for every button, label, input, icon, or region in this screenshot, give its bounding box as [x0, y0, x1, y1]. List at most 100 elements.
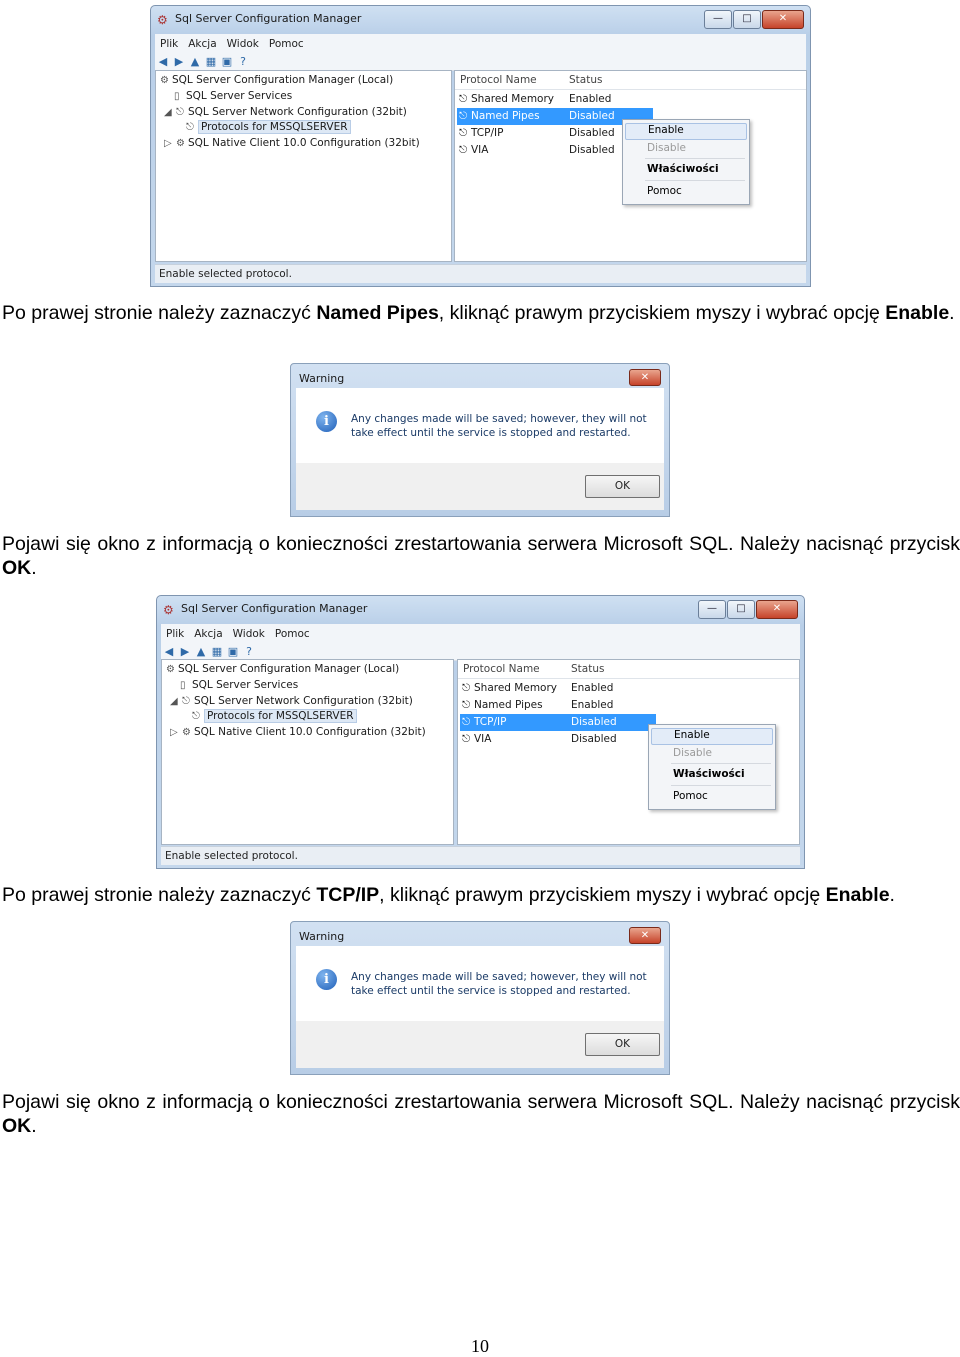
app-icon: ⚙	[157, 13, 168, 27]
close-icon[interactable]: ✕	[629, 369, 661, 386]
menu-item-disable[interactable]: Disable	[673, 747, 712, 759]
show-hide-icon[interactable]: ▦	[203, 55, 219, 68]
maximize-icon[interactable]: □	[727, 600, 755, 619]
protocol-icon: ⎋	[462, 682, 471, 694]
ok-button[interactable]: OK	[585, 1033, 660, 1056]
minimize-icon[interactable]: —	[704, 10, 732, 29]
column-protocol-name[interactable]: Protocol Name	[460, 74, 537, 86]
forward-arrow-icon[interactable]: ▶	[177, 645, 193, 658]
menu-akcja[interactable]: Akcja	[183, 38, 221, 50]
menu-pomoc[interactable]: Pomoc	[264, 38, 309, 50]
context-menu: Enable Disable Właściwości Pomoc	[648, 724, 776, 810]
menu-item-help[interactable]: Pomoc	[647, 185, 682, 197]
menu-item-enable[interactable]: Enable	[625, 123, 747, 140]
protocol-icon: ⎋	[462, 733, 471, 745]
dialog-footer: OK	[296, 1021, 664, 1068]
up-folder-icon[interactable]: ▲	[193, 645, 209, 658]
minimize-icon[interactable]: —	[698, 600, 726, 619]
dialog-title: Warning	[299, 372, 345, 385]
show-hide-icon[interactable]: ▦	[209, 645, 225, 658]
ok-button[interactable]: OK	[585, 475, 660, 498]
close-icon[interactable]: ✕	[756, 600, 798, 619]
info-icon: i	[316, 411, 337, 432]
tree-item-protocols[interactable]: ⎋ Protocols for MSSQLSERVER	[186, 120, 351, 134]
tree-item-local[interactable]: ⚙ SQL Server Configuration Manager (Local…	[160, 74, 393, 86]
paragraph-2: Pojawi się okno z informacją o konieczno…	[2, 533, 960, 579]
export-icon[interactable]: ▣	[219, 55, 235, 68]
server-icon: ⚙	[160, 75, 169, 86]
toolbar: ◀ ▶ ▲ ▦ ▣ ?	[155, 53, 806, 71]
status-bar: Enable selected protocol.	[161, 846, 800, 865]
dialog-body: i Any changes made will be saved; howeve…	[296, 388, 664, 463]
tree-item-native-client[interactable]: ▷ ⚙ SQL Native Client 10.0 Configuration (…	[164, 137, 420, 149]
menu-item-disable[interactable]: Disable	[647, 142, 686, 154]
app-icon: ⚙	[163, 603, 174, 617]
close-icon[interactable]: ✕	[629, 927, 661, 944]
paragraph-3: Po prawej stronie należy zaznaczyć TCP/I…	[2, 884, 895, 906]
protocols-icon: ⎋	[186, 122, 194, 133]
menu-separator	[645, 158, 745, 159]
menu-akcja[interactable]: Akcja	[189, 628, 227, 640]
menu-pomoc[interactable]: Pomoc	[270, 628, 315, 640]
config-manager-window-2: ⚙ Sql Server Configuration Manager — □ ✕…	[156, 595, 805, 869]
menu-item-help[interactable]: Pomoc	[673, 790, 708, 802]
expand-arrow-icon: ◢	[164, 107, 172, 118]
menu-separator	[671, 763, 771, 764]
window-title: Sql Server Configuration Manager	[175, 12, 362, 25]
table-row[interactable]: ⎋ Shared Memory Enabled	[460, 680, 656, 697]
tree-item-network-config[interactable]: ◢ ⎋ SQL Server Network Configuration (32bi…	[164, 106, 407, 118]
collapse-arrow-icon: ▷	[170, 727, 178, 738]
column-status[interactable]: Status	[571, 663, 604, 675]
forward-arrow-icon[interactable]: ▶	[171, 55, 187, 68]
up-folder-icon[interactable]: ▲	[187, 55, 203, 68]
services-icon: ▯	[174, 91, 180, 102]
close-icon[interactable]: ✕	[762, 10, 804, 29]
table-row[interactable]: ⎋ Shared Memory Enabled	[457, 91, 653, 108]
info-icon: i	[316, 969, 337, 990]
menu-plik[interactable]: Plik	[155, 38, 183, 50]
table-row[interactable]: ⎋ Named Pipes Enabled	[460, 697, 656, 714]
list-header: Protocol Name Status	[458, 660, 799, 679]
back-arrow-icon[interactable]: ◀	[155, 55, 171, 68]
maximize-icon[interactable]: □	[733, 10, 761, 29]
menu-item-properties[interactable]: Właściwości	[647, 163, 719, 175]
table-row[interactable]: ⎋ TCP/IP Disabled	[460, 714, 656, 731]
title-bar[interactable]: ⚙ Sql Server Configuration Manager — □ ✕	[157, 596, 804, 624]
dialog-title: Warning	[299, 930, 345, 943]
tree-item-protocols[interactable]: ⎋ Protocols for MSSQLSERVER	[192, 709, 357, 723]
protocol-list-pane: Protocol Name Status ⎋ Shared Memory Enabl…	[457, 659, 800, 845]
server-icon: ⚙	[166, 664, 175, 675]
protocol-icon: ⎋	[462, 716, 471, 728]
tree-item-native-client[interactable]: ▷ ⚙ SQL Native Client 10.0 Configuration (…	[170, 726, 426, 738]
network-icon: ⎋	[182, 696, 190, 707]
export-icon[interactable]: ▣	[225, 645, 241, 658]
menu-item-properties[interactable]: Właściwości	[673, 768, 745, 780]
paragraph-4: Pojawi się okno z informacją o konieczno…	[2, 1091, 960, 1137]
help-icon[interactable]: ?	[241, 645, 257, 658]
table-row[interactable]: ⎋ VIA Disabled	[460, 731, 656, 748]
menu-bar: Plik Akcja Widok Pomoc	[155, 34, 806, 53]
status-bar: Enable selected protocol.	[155, 264, 806, 283]
list-header: Protocol Name Status	[455, 71, 806, 90]
menu-widok[interactable]: Widok	[222, 38, 264, 50]
title-bar[interactable]: ⚙ Sql Server Configuration Manager — □ ✕	[151, 6, 810, 34]
back-arrow-icon[interactable]: ◀	[161, 645, 177, 658]
tree-item-services[interactable]: ▯ SQL Server Services	[174, 90, 292, 102]
menu-separator	[671, 785, 771, 786]
services-icon: ▯	[180, 680, 186, 691]
help-icon[interactable]: ?	[235, 55, 251, 68]
menu-bar: Plik Akcja Widok Pomoc	[161, 624, 800, 643]
menu-item-enable[interactable]: Enable	[651, 728, 773, 745]
menu-plik[interactable]: Plik	[161, 628, 189, 640]
dialog-footer: OK	[296, 463, 664, 510]
network-icon: ⎋	[176, 107, 184, 118]
collapse-arrow-icon: ▷	[164, 138, 172, 149]
tree-pane: ⚙ SQL Server Configuration Manager (Local…	[155, 70, 452, 262]
column-protocol-name[interactable]: Protocol Name	[463, 663, 540, 675]
window-title: Sql Server Configuration Manager	[181, 602, 368, 615]
menu-widok[interactable]: Widok	[228, 628, 270, 640]
tree-item-local[interactable]: ⚙ SQL Server Configuration Manager (Local…	[166, 663, 399, 675]
tree-item-services[interactable]: ▯ SQL Server Services	[180, 679, 298, 691]
column-status[interactable]: Status	[569, 74, 602, 86]
tree-item-network-config[interactable]: ◢ ⎋ SQL Server Network Configuration (32bi…	[170, 695, 413, 707]
